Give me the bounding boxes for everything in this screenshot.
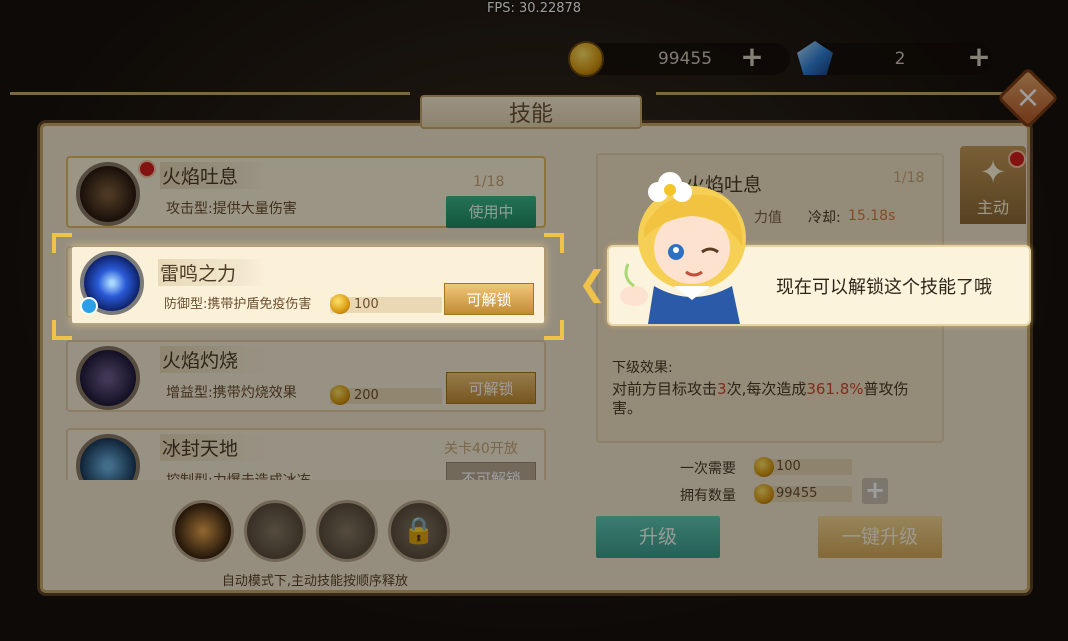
- cost-value: 100: [354, 297, 379, 312]
- close-icon: ×: [1015, 80, 1041, 115]
- gold-value: 99455: [657, 49, 713, 69]
- panel-top-trim-left: [10, 92, 410, 100]
- skill-row-flame-burn[interactable]: 火焰灼烧 增益型:携带灼烧效果 200 可解锁: [66, 340, 546, 412]
- focus-corner-tr: [544, 233, 564, 253]
- skill-level: 1/18: [473, 174, 505, 190]
- skill-desc: 增益型:携带灼烧效果: [166, 385, 297, 401]
- skill-slot-3[interactable]: [316, 500, 378, 562]
- flame-burn-skill-icon: [76, 346, 140, 410]
- focus-corner-tl: [52, 233, 72, 253]
- skill-row-flame-breath[interactable]: 火焰吐息 1/18 攻击型:提供大量伤害 使用中: [66, 156, 546, 228]
- skill-cost: 100: [330, 294, 442, 314]
- skill-name: 雷鸣之力: [158, 259, 267, 286]
- next-text-pre: 对前方目标攻击: [612, 380, 718, 398]
- own-number: 99455: [776, 486, 818, 501]
- gold-coin-icon: [568, 41, 604, 77]
- skill-row-ice[interactable]: 冰封天地 关卡40开放 控制型:力爆击造成冰冻 不可解锁: [66, 428, 546, 480]
- next-text-mid: 次,每次造成: [726, 380, 807, 398]
- skill-slot-2[interactable]: [244, 500, 306, 562]
- gold-coin-icon: [754, 484, 774, 504]
- skill-cost: 200: [330, 385, 442, 405]
- gold-coin-icon: [330, 294, 350, 314]
- unlock-button[interactable]: 可解锁: [444, 283, 534, 315]
- one-key-upgrade-button[interactable]: 一键升级: [818, 516, 942, 558]
- skill-name: 火焰吐息: [160, 162, 269, 189]
- gem-counter: 2: [808, 43, 992, 75]
- panel-title-text: 技能: [508, 102, 553, 127]
- notification-dot: [138, 160, 156, 178]
- skill-slot-locked[interactable]: 🔒: [388, 500, 450, 562]
- flame-breath-skill-icon: [76, 162, 140, 226]
- slot-hint: 自动模式下,主动技能按顺序释放: [221, 574, 409, 589]
- add-gold-small-button[interactable]: +: [862, 478, 888, 504]
- focus-corner-br: [544, 320, 564, 340]
- tutorial-tip-text: 现在可以解锁这个技能了哦: [776, 277, 992, 298]
- gold-coin-icon: [330, 385, 350, 405]
- focus-corner-bl: [52, 320, 72, 340]
- close-button[interactable]: ×: [996, 66, 1060, 130]
- skill-desc: 控制型:力爆击造成冰冻: [166, 470, 311, 480]
- next-level-text: 对前方目标攻击3次,每次造成361.8%普攻伤害。: [612, 380, 934, 418]
- cooldown-value: 15.18s: [848, 208, 896, 224]
- ice-skill-icon: [76, 434, 140, 480]
- own-label: 拥有数量: [680, 488, 736, 504]
- tab-notification-dot: [1008, 150, 1026, 168]
- skill-name: 火焰灼烧: [160, 346, 269, 373]
- tab-active-label: 主动: [976, 198, 1009, 217]
- next-hits: 3: [717, 380, 727, 398]
- own-value: 99455: [754, 484, 852, 504]
- upgrade-button[interactable]: 升级: [596, 516, 720, 558]
- once-need-label: 一次需要: [680, 461, 736, 477]
- guide-character: [620, 172, 746, 324]
- unlock-hint: 关卡40开放: [444, 441, 518, 457]
- fps-counter: FPS: 30.22878: [486, 1, 582, 16]
- skill-name: 冰封天地: [160, 434, 269, 461]
- active-skill-tab-icon: ✦: [979, 153, 1007, 191]
- cost-value: 200: [354, 388, 379, 403]
- next-level-label: 下级效果:: [612, 360, 673, 376]
- in-use-button[interactable]: 使用中: [446, 196, 536, 228]
- cooldown-label: 冷却:: [808, 210, 841, 226]
- lock-icon: 🔒: [402, 516, 436, 546]
- unlock-button[interactable]: 可解锁: [446, 372, 536, 404]
- panel-title: 技能: [420, 95, 642, 129]
- skill-desc: 攻击型:提供大量伤害: [166, 201, 297, 217]
- skill-desc: 防御型:携带护盾免疫伤害: [164, 297, 312, 312]
- skill-slot-1[interactable]: [172, 500, 234, 562]
- once-need-number: 100: [776, 459, 801, 474]
- detail-skill-level: 1/18: [893, 170, 925, 186]
- once-need-value: 100: [754, 457, 852, 477]
- next-pct: 361.8%: [806, 380, 864, 398]
- locked-button[interactable]: 不可解锁: [446, 462, 536, 480]
- panel-top-trim-right: [656, 92, 1026, 100]
- add-gem-button[interactable]: +: [966, 43, 992, 71]
- game-screen: FPS: 30.22878 99455 + 2 + 技能 × 火焰吐息 1/18…: [0, 0, 1068, 641]
- add-gold-button[interactable]: +: [739, 43, 765, 71]
- highlighted-skill-row[interactable]: 雷鸣之力 防御型:携带护盾免疫伤害 100 可解锁: [72, 247, 544, 323]
- gem-value: 2: [894, 49, 906, 69]
- defense-type-icon: [80, 297, 98, 315]
- gold-coin-icon: [754, 457, 774, 477]
